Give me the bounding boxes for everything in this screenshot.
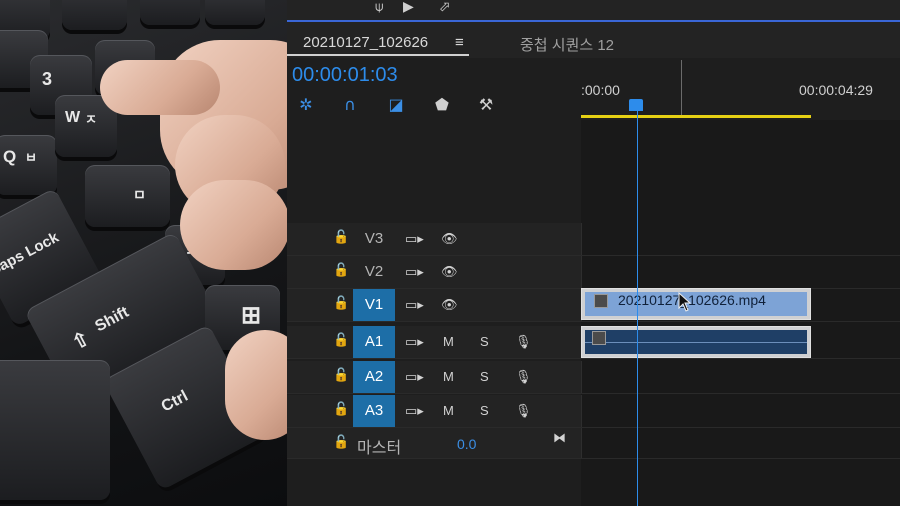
microphone-icon[interactable]: 🎙: [515, 369, 532, 385]
key-top-4: [205, 0, 265, 25]
track-header-v3: 🔓 V3 ▭▸ 👁: [287, 223, 582, 255]
lock-icon[interactable]: 🔓: [333, 297, 349, 311]
master-volume-value[interactable]: 0.0: [457, 436, 476, 452]
track-header-a1: 🔓 A1 ▭▸ M S 🎙: [287, 326, 582, 358]
key-q: Q ㅂ: [0, 135, 57, 195]
lock-icon[interactable]: 🔓: [333, 264, 349, 278]
track-name-a1[interactable]: A1: [353, 326, 395, 358]
wrench-icon[interactable]: ⚒: [477, 96, 495, 114]
work-area-bar[interactable]: [581, 115, 811, 118]
track-header-master: 🔓 마스터 0.0 ⧓: [287, 428, 582, 458]
toggle-track-output-icon[interactable]: ▭▸: [405, 369, 424, 385]
key-w-label: W: [65, 109, 81, 126]
track-v3: 🔓 V3 ▭▸ 👁: [287, 223, 900, 256]
lock-icon[interactable]: 🔓: [333, 436, 349, 450]
marker-select-icon[interactable]: ✲: [297, 96, 315, 114]
key-bottom-left: [0, 360, 110, 500]
track-name-a2[interactable]: A2: [353, 361, 395, 393]
mute-button[interactable]: M: [443, 334, 454, 350]
key-top-3: [140, 0, 200, 25]
solo-button[interactable]: S: [480, 334, 489, 350]
windows-logo-icon: ⊞: [241, 302, 262, 329]
fx-badge-icon: [592, 331, 606, 345]
lock-icon[interactable]: 🔓: [333, 403, 349, 417]
insert-icon[interactable]: ▶: [403, 0, 414, 14]
key-q-label: Q: [3, 147, 17, 166]
eye-icon[interactable]: 👁: [441, 231, 458, 247]
playhead-line[interactable]: [637, 111, 638, 506]
time-ruler[interactable]: :00:00 00:00:04:29: [581, 58, 900, 120]
track-name-a3[interactable]: A3: [353, 395, 395, 427]
track-header-a2: 🔓 A2 ▭▸ M S 🎙: [287, 361, 582, 393]
hand-index-finger: [100, 60, 220, 115]
audio-waveform-line: [585, 342, 807, 343]
ruler-tick: [681, 60, 682, 116]
key-a-hangul-label: ㅁ: [133, 187, 146, 203]
track-header-a3: 🔓 A3 ▭▸ M S 🎙: [287, 395, 582, 427]
mute-button[interactable]: M: [443, 403, 454, 419]
key-ctrl-label: Ctrl: [158, 387, 191, 416]
timeline-panel: ⍦ ▶ ⬀ 20210127_102626 ≡ 중첩 시퀀스 12 00:00:…: [287, 0, 900, 506]
add-marker-icon[interactable]: ⬟: [433, 96, 451, 114]
key-w-hangul-label: ㅈ: [85, 112, 97, 127]
audio-clip[interactable]: [581, 326, 811, 358]
keyboard-photo: 3 Q ㅂ W ㅈ ㅁ Caps Lock ㅋ ⇧ Shift ⊞ Ctrl: [0, 0, 287, 506]
track-name-v3[interactable]: V3: [353, 223, 395, 255]
key-a: ㅁ: [85, 165, 170, 227]
solo-button[interactable]: S: [480, 403, 489, 419]
toggle-track-output-icon[interactable]: ▭▸: [405, 264, 424, 280]
bowtie-icon[interactable]: ⧓: [553, 430, 566, 446]
toggle-track-output-icon[interactable]: ▭▸: [405, 334, 424, 350]
key-num3-label: 3: [42, 69, 53, 89]
microphone-icon[interactable]: 🎙: [515, 334, 532, 350]
linked-select-icon[interactable]: ◪: [387, 96, 405, 114]
track-master: 🔓 마스터 0.0 ⧓: [287, 428, 900, 459]
key-q-hangul-label: ㅂ: [25, 150, 37, 165]
active-tab-underline: [287, 54, 469, 56]
key-caps-lock-label: Caps Lock: [0, 228, 62, 280]
track-header-v2: 🔓 V2 ▭▸ 👁: [287, 256, 582, 288]
playhead-timecode[interactable]: 00:00:01:03: [292, 64, 398, 87]
mouse-cursor-icon: [678, 292, 692, 312]
track-header-v1: 🔓 V1 ▭▸ 👁: [287, 289, 582, 321]
master-track-name: 마스터: [357, 438, 402, 457]
track-name-v1[interactable]: V1: [353, 289, 395, 321]
microphone-icon[interactable]: 🎙: [515, 403, 532, 419]
audio-clip-body: [585, 330, 807, 354]
hand-thumb: [225, 330, 287, 440]
track-v2: 🔓 V2 ▭▸ 👁: [287, 256, 900, 289]
toggle-track-output-icon[interactable]: ▭▸: [405, 297, 424, 313]
ruler-end-label: 00:00:04:29: [799, 82, 873, 98]
mute-button[interactable]: M: [443, 369, 454, 385]
filter-icon[interactable]: ⍦: [375, 0, 383, 14]
top-toolbar: ⍦ ▶ ⬀: [287, 0, 900, 22]
track-header-empty: [287, 120, 581, 220]
tab-nested-sequence[interactable]: 중첩 시퀀스 12: [520, 34, 614, 55]
track-a2: 🔓 A2 ▭▸ M S 🎙: [287, 361, 900, 394]
solo-button[interactable]: S: [480, 369, 489, 385]
lock-icon[interactable]: 🔓: [333, 369, 349, 383]
tab-sequence-main[interactable]: 20210127_102626: [303, 34, 428, 51]
lock-icon[interactable]: 🔓: [333, 231, 349, 245]
snap-icon[interactable]: ∩: [341, 96, 359, 114]
export-frame-icon[interactable]: ⬀: [439, 0, 451, 14]
track-a3: 🔓 A3 ▭▸ M S 🎙: [287, 395, 900, 428]
hand-ring-finger: [180, 180, 287, 270]
toggle-track-output-icon[interactable]: ▭▸: [405, 231, 424, 247]
eye-icon[interactable]: 👁: [441, 297, 458, 313]
ruler-start-label: :00:00: [581, 82, 620, 98]
playhead-handle[interactable]: [629, 99, 643, 111]
shift-arrow-icon: ⇧: [68, 327, 94, 355]
toggle-track-output-icon[interactable]: ▭▸: [405, 403, 424, 419]
sequence-tabs: 20210127_102626 ≡ 중첩 시퀀스 12: [287, 22, 900, 58]
key-shift-label: Shift: [92, 303, 132, 336]
lock-icon[interactable]: 🔓: [333, 334, 349, 348]
tab-menu-icon[interactable]: ≡: [455, 34, 464, 51]
track-name-v2[interactable]: V2: [353, 256, 395, 288]
fx-badge-icon: [594, 294, 608, 308]
key-top-2: [62, 0, 127, 30]
eye-icon[interactable]: 👁: [441, 264, 458, 280]
video-clip[interactable]: 20210127_102626.mp4: [581, 288, 811, 320]
